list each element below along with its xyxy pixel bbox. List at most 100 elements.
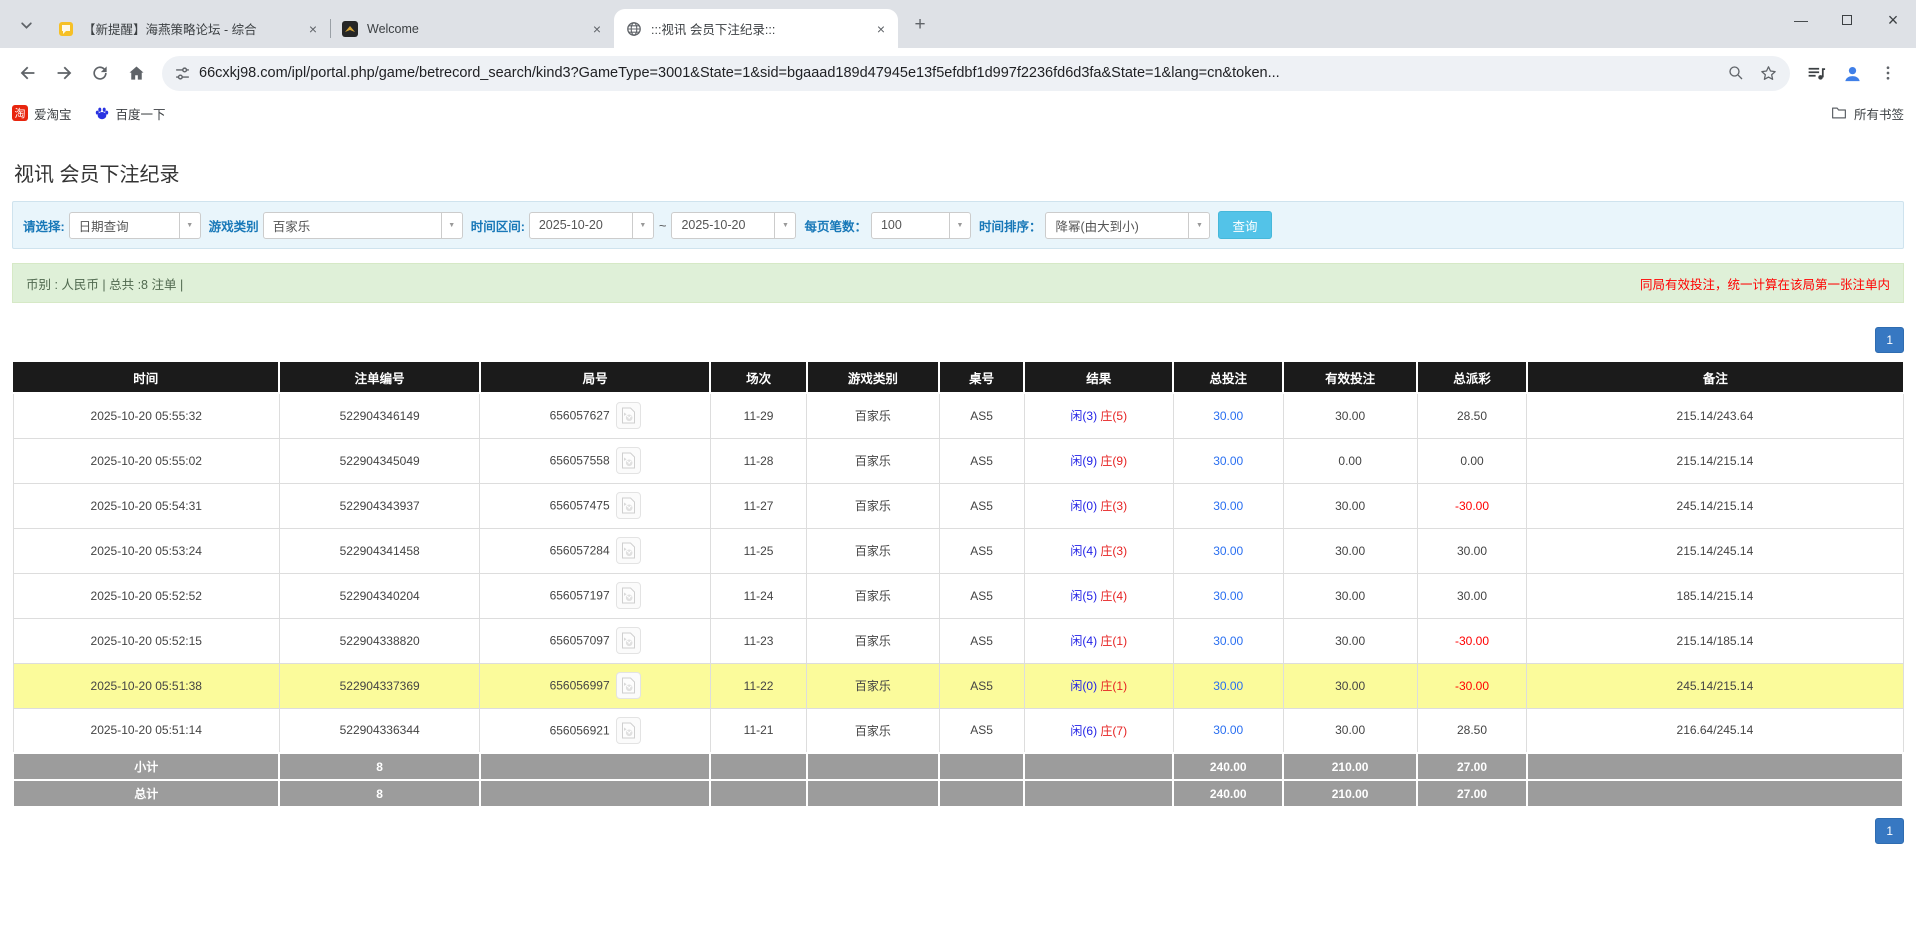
game-type-select[interactable]: 百家乐 ▼ [263, 212, 463, 239]
cell-remark: 215.14/215.14 [1527, 438, 1903, 483]
cell-round-no: 656057558 [480, 438, 711, 483]
cell-total-bet[interactable]: 30.00 [1173, 708, 1283, 753]
cell-session: 11-27 [710, 483, 806, 528]
bookmark-label: 爱淘宝 [34, 104, 72, 123]
cell-total-bet[interactable]: 30.00 [1173, 573, 1283, 618]
cell-bet-no: 522904343937 [279, 483, 479, 528]
col-session: 场次 [710, 362, 806, 393]
footer-label: 小计 [13, 753, 279, 780]
page-1-button[interactable]: 1 [1875, 327, 1904, 353]
cell-remark: 245.14/215.14 [1527, 483, 1903, 528]
cell-valid-bet: 30.00 [1283, 663, 1417, 708]
all-bookmarks[interactable]: 所有书签 [1830, 104, 1904, 123]
cell-bet-no: 522904340204 [279, 573, 479, 618]
cell-remark: 245.14/215.14 [1527, 663, 1903, 708]
tab-welcome[interactable]: Welcome × [330, 9, 614, 48]
tab-forum[interactable]: 【新提醒】海燕策略论坛 - 综合 × [46, 9, 330, 48]
video-replay-icon[interactable] [616, 717, 641, 744]
cell-payout: -30.00 [1417, 618, 1527, 663]
cell-round-no: 656057097 [480, 618, 711, 663]
cell-table-no: AS5 [939, 483, 1024, 528]
pagination-bottom: 1 [12, 818, 1904, 844]
tab-search-icon[interactable] [12, 11, 40, 39]
cell-total-bet[interactable]: 30.00 [1173, 528, 1283, 573]
cell-bet-no: 522904341458 [279, 528, 479, 573]
cell-game-type: 百家乐 [807, 573, 939, 618]
forward-icon[interactable] [46, 55, 82, 91]
url-text[interactable]: 66cxkj98.com/ipl/portal.php/game/betreco… [199, 65, 1717, 81]
maximize-icon[interactable] [1824, 0, 1870, 40]
col-bet-no: 注单编号 [279, 362, 479, 393]
video-replay-icon[interactable] [616, 447, 641, 474]
home-icon[interactable] [118, 55, 154, 91]
video-replay-icon[interactable] [616, 402, 641, 429]
video-replay-icon[interactable] [616, 492, 641, 519]
close-icon[interactable]: × [1870, 0, 1916, 40]
sort-select[interactable]: 降幂(由大到小) ▼ [1045, 212, 1210, 239]
url-bar[interactable]: 66cxkj98.com/ipl/portal.php/game/betreco… [162, 56, 1790, 91]
profile-icon[interactable] [1834, 55, 1870, 91]
browser-toolbar: 66cxkj98.com/ipl/portal.php/game/betreco… [0, 48, 1916, 98]
cell-session: 11-24 [710, 573, 806, 618]
search-button[interactable]: 查询 [1218, 211, 1271, 239]
per-page-select[interactable]: 100 ▼ [871, 212, 971, 239]
query-type-select[interactable]: 日期查询 ▼ [69, 212, 201, 239]
tab-title: Welcome [367, 22, 582, 36]
table-row: 2025-10-20 05:55:32522904346149656057627… [13, 393, 1903, 438]
cell-result: 闲(0) 庄(1) [1024, 663, 1173, 708]
footer-valid-bet: 210.00 [1283, 780, 1417, 807]
game-type-label: 游戏类别 [209, 216, 259, 235]
bookmark-aitaobao[interactable]: 淘 爱淘宝 [12, 104, 72, 123]
taobao-icon: 淘 [12, 105, 28, 121]
site-info-icon[interactable] [174, 65, 191, 82]
tab-close-icon[interactable]: × [872, 20, 890, 38]
cell-valid-bet: 30.00 [1283, 573, 1417, 618]
cell-result: 闲(4) 庄(1) [1024, 618, 1173, 663]
cell-valid-bet: 30.00 [1283, 528, 1417, 573]
table-footer-row: 总计8240.00210.0027.00 [13, 780, 1903, 807]
time-range-label: 时间区间: [471, 216, 525, 235]
cell-round-no: 656057475 [480, 483, 711, 528]
footer-label: 总计 [13, 780, 279, 807]
cell-total-bet[interactable]: 30.00 [1173, 663, 1283, 708]
video-replay-icon[interactable] [616, 582, 641, 609]
footer-total-bet: 240.00 [1173, 780, 1283, 807]
per-page-label: 每页笔数： [804, 216, 867, 235]
cell-table-no: AS5 [939, 573, 1024, 618]
cell-time: 2025-10-20 05:52:15 [13, 618, 279, 663]
footer-count: 8 [279, 780, 479, 807]
globe-icon [626, 21, 642, 37]
cell-total-bet[interactable]: 30.00 [1173, 393, 1283, 438]
cell-round-no: 656056997 [480, 663, 711, 708]
video-replay-icon[interactable] [616, 672, 641, 699]
cell-bet-no: 522904346149 [279, 393, 479, 438]
tab-close-icon[interactable]: × [588, 20, 606, 38]
video-replay-icon[interactable] [616, 627, 641, 654]
pagination-top: 1 [12, 327, 1904, 353]
menu-icon[interactable] [1870, 55, 1906, 91]
summary-bar: 币别 : 人民币 | 总共 :8 注单 | 同局有效投注，统一计算在该局第一张注… [12, 263, 1904, 303]
zoom-icon[interactable] [1727, 64, 1745, 82]
back-icon[interactable] [10, 55, 46, 91]
cell-time: 2025-10-20 05:55:02 [13, 438, 279, 483]
bookmark-star-icon[interactable] [1759, 64, 1778, 83]
col-game-type: 游戏类别 [807, 362, 939, 393]
tab-betrecord-active[interactable]: :::视讯 会员下注纪录::: × [614, 9, 898, 48]
cell-total-bet[interactable]: 30.00 [1173, 483, 1283, 528]
cell-table-no: AS5 [939, 528, 1024, 573]
minimize-icon[interactable]: — [1778, 0, 1824, 40]
table-footer-row: 小计8240.00210.0027.00 [13, 753, 1903, 780]
date-to-select[interactable]: 2025-10-20 ▼ [671, 212, 796, 239]
cell-table-no: AS5 [939, 393, 1024, 438]
page-1-button[interactable]: 1 [1875, 818, 1904, 844]
media-control-icon[interactable] [1798, 55, 1834, 91]
video-replay-icon[interactable] [616, 537, 641, 564]
new-tab-icon[interactable]: + [906, 11, 934, 39]
date-from-select[interactable]: 2025-10-20 ▼ [529, 212, 654, 239]
cell-total-bet[interactable]: 30.00 [1173, 618, 1283, 663]
cell-time: 2025-10-20 05:51:14 [13, 708, 279, 753]
reload-icon[interactable] [82, 55, 118, 91]
cell-total-bet[interactable]: 30.00 [1173, 438, 1283, 483]
tab-close-icon[interactable]: × [304, 20, 322, 38]
bookmark-baidu[interactable]: 百度一下 [94, 104, 166, 123]
